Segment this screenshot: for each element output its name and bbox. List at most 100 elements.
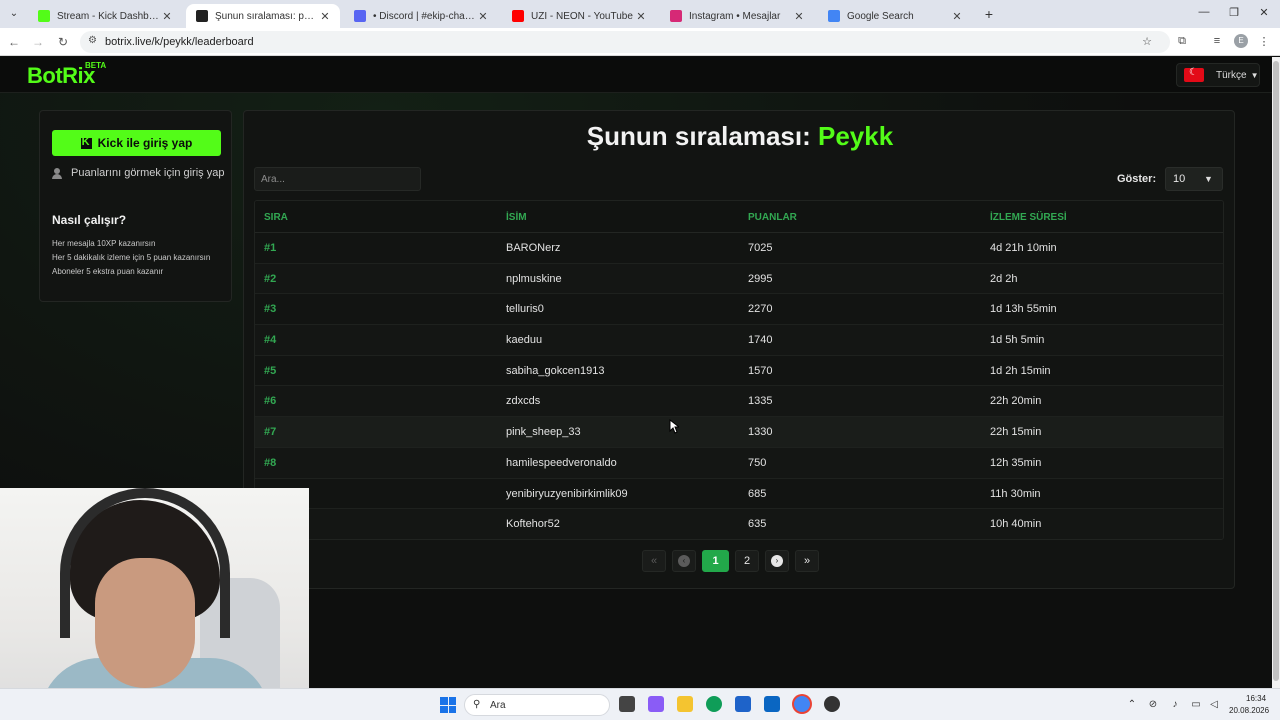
- table-row[interactable]: #7 pink_sheep_33 1330 22h 15min: [255, 417, 1223, 448]
- outlook-icon[interactable]: [764, 696, 780, 712]
- minimize-icon[interactable]: —: [1196, 6, 1212, 18]
- browser-tab[interactable]: Şunun sıralaması: peykk | Yayın✕: [186, 4, 340, 28]
- tab-title: Instagram • Mesajlar: [689, 10, 781, 22]
- table-row[interactable]: #10Koftehor5263510h 40min: [255, 509, 1223, 539]
- language-selector[interactable]: Türkçe ▼: [1176, 63, 1260, 87]
- chrome-icon[interactable]: [794, 696, 810, 712]
- table-row[interactable]: #9yenibiryuzyenibirkimlik0968511h 30min: [255, 479, 1223, 510]
- tab-close-icon[interactable]: ✕: [160, 10, 174, 23]
- leaderboard-card: Şunun sıralaması: Peykk Göster: 10 ▼ SIR…: [243, 110, 1235, 589]
- browser-tab[interactable]: UZI - NEON - YouTube ✕: [502, 4, 656, 28]
- tab-close-icon[interactable]: ✕: [634, 10, 648, 23]
- cell-points: 1740: [748, 334, 773, 347]
- table-row[interactable]: #5 sabiha_gokcen1913 1570 1d 2h 15min: [255, 356, 1223, 387]
- table-row[interactable]: #6 zdxcds 1335 22h 20min: [255, 386, 1223, 418]
- tab-title: • Discord | #ekip-chat | PEYKK: [373, 10, 476, 22]
- turkey-flag-icon: [1184, 67, 1204, 82]
- browser-menu-icon[interactable]: ⋮: [1257, 35, 1271, 48]
- tab-title: Google Search: [847, 10, 914, 22]
- reload-icon[interactable]: ↻: [55, 34, 71, 50]
- display-icon[interactable]: ▭: [1190, 699, 1202, 710]
- profile-avatar[interactable]: E: [1234, 34, 1248, 48]
- site-header: BotRix BETA Türkçe ▼: [0, 57, 1272, 93]
- search-input[interactable]: [254, 167, 421, 191]
- cell-rank: #2: [264, 272, 277, 285]
- new-tab-plus-icon[interactable]: +: [981, 6, 997, 22]
- volume-icon[interactable]: ◁: [1208, 699, 1220, 710]
- cell-name: kaeduu: [506, 334, 543, 347]
- cell-watch: 1d 5h 5min: [990, 334, 1045, 347]
- obs-icon[interactable]: [824, 696, 840, 712]
- back-arrow-icon[interactable]: ←: [6, 34, 22, 50]
- bookmark-star-icon[interactable]: ☆: [1140, 35, 1154, 48]
- address-url[interactable]: botrix.live/k/peykk/leaderboard: [105, 36, 254, 48]
- login-hint[interactable]: Puanlarını görmek için giriş yap: [52, 167, 224, 179]
- cell-watch: 10h 40min: [990, 518, 1042, 531]
- how-line: Her 5 dakikalık izleme için 5 puan kazan…: [52, 253, 211, 262]
- cell-rank: #3: [264, 303, 277, 316]
- last-page-button[interactable]: »: [795, 550, 819, 572]
- cell-name: hamilespeedveronaldo: [506, 456, 617, 469]
- page-2-button[interactable]: 2: [735, 550, 759, 572]
- table-row[interactable]: #8 hamilespeedveronaldo 750 12h 35min: [255, 447, 1223, 479]
- prev-page-button[interactable]: ‹: [672, 550, 696, 572]
- cell-watch: 2d 2h: [990, 272, 1018, 285]
- page-1-button[interactable]: 1: [702, 550, 729, 572]
- discord-icon: [354, 10, 366, 22]
- copilot-icon[interactable]: [648, 696, 664, 712]
- next-page-button[interactable]: ›: [765, 550, 789, 572]
- extensions-puzzle-icon[interactable]: ⧉: [1175, 35, 1189, 48]
- tab-close-icon[interactable]: ✕: [792, 10, 806, 23]
- kick-login-button[interactable]: Kick ile giriş yap: [52, 130, 221, 156]
- clock-date[interactable]: 20.08.2026: [1229, 706, 1269, 715]
- browser-tab[interactable]: Stream - Kick Dashboard ✕: [28, 4, 182, 28]
- table-row[interactable]: #4 kaeduu 1740 1d 5h 5min: [255, 325, 1223, 356]
- tab-close-icon[interactable]: ✕: [476, 10, 490, 23]
- column-header[interactable]: PUANLAR: [748, 212, 797, 223]
- language-label: Türkçe: [1216, 69, 1247, 81]
- taskbar-search[interactable]: ⚲ Ara: [464, 694, 610, 716]
- store-icon[interactable]: [735, 696, 751, 712]
- cell-rank: #6: [264, 395, 277, 408]
- browser-tab[interactable]: Instagram • Mesajlar ✕: [660, 4, 814, 28]
- address-bar[interactable]: ⚙ botrix.live/k/peykk/leaderboard: [80, 31, 1170, 53]
- cell-watch: 12h 35min: [990, 456, 1042, 469]
- microphone-icon[interactable]: ♪: [1169, 699, 1181, 710]
- kick-logo-icon: [80, 136, 92, 149]
- scrollbar-thumb[interactable]: [1273, 61, 1279, 681]
- title-prefix: Şunun sıralaması:: [586, 121, 811, 151]
- table-row[interactable]: #1 BARONerz 7025 4d 21h 10min: [255, 233, 1223, 264]
- site-info-icon[interactable]: ⚙: [88, 35, 97, 46]
- table-row[interactable]: #2 nplmuskine 2995 2d 2h: [255, 263, 1223, 295]
- task-view-icon[interactable]: [619, 696, 635, 712]
- cell-watch: 1d 13h 55min: [990, 303, 1057, 316]
- column-header[interactable]: İZLEME SÜRESİ: [990, 212, 1067, 223]
- kick-login-label: Kick ile giriş yap: [97, 136, 193, 150]
- table-row[interactable]: #3 telluris0 2270 1d 13h 55min: [255, 294, 1223, 326]
- cell-name: BARONerz: [506, 242, 561, 254]
- chevron-down-icon: ▼: [1250, 70, 1259, 80]
- page-scrollbar[interactable]: [1272, 57, 1280, 688]
- windows-start-icon[interactable]: [440, 697, 456, 713]
- page-size-select[interactable]: 10 ▼: [1165, 167, 1223, 191]
- clock-time[interactable]: 16:34: [1246, 694, 1266, 703]
- tab-close-icon[interactable]: ✕: [950, 10, 964, 23]
- tray-chevron-up-icon[interactable]: ⌃: [1126, 699, 1138, 710]
- column-header[interactable]: İSİM: [506, 212, 527, 223]
- browser-tab[interactable]: • Discord | #ekip-chat | PEYKK✕: [344, 4, 498, 28]
- restore-icon[interactable]: ❐: [1226, 6, 1242, 19]
- cell-rank: #7: [264, 426, 277, 439]
- media-queue-icon[interactable]: ≡: [1210, 35, 1224, 47]
- forward-arrow-icon[interactable]: →: [30, 34, 46, 50]
- column-header[interactable]: SIRA: [264, 212, 288, 223]
- network-icon[interactable]: ⊘: [1147, 699, 1159, 710]
- browser-tab[interactable]: Google Search ✕: [818, 4, 972, 28]
- cell-name: pink_sheep_33: [506, 426, 581, 439]
- chevron-right-icon: ›: [771, 555, 783, 567]
- tab-close-icon[interactable]: ✕: [318, 10, 332, 23]
- close-window-icon[interactable]: ✕: [1256, 6, 1272, 19]
- edge-icon[interactable]: [706, 696, 722, 712]
- tab-search-chevron-icon[interactable]: ⌄: [6, 6, 22, 22]
- file-explorer-icon[interactable]: [677, 696, 693, 712]
- first-page-button[interactable]: «: [642, 550, 666, 572]
